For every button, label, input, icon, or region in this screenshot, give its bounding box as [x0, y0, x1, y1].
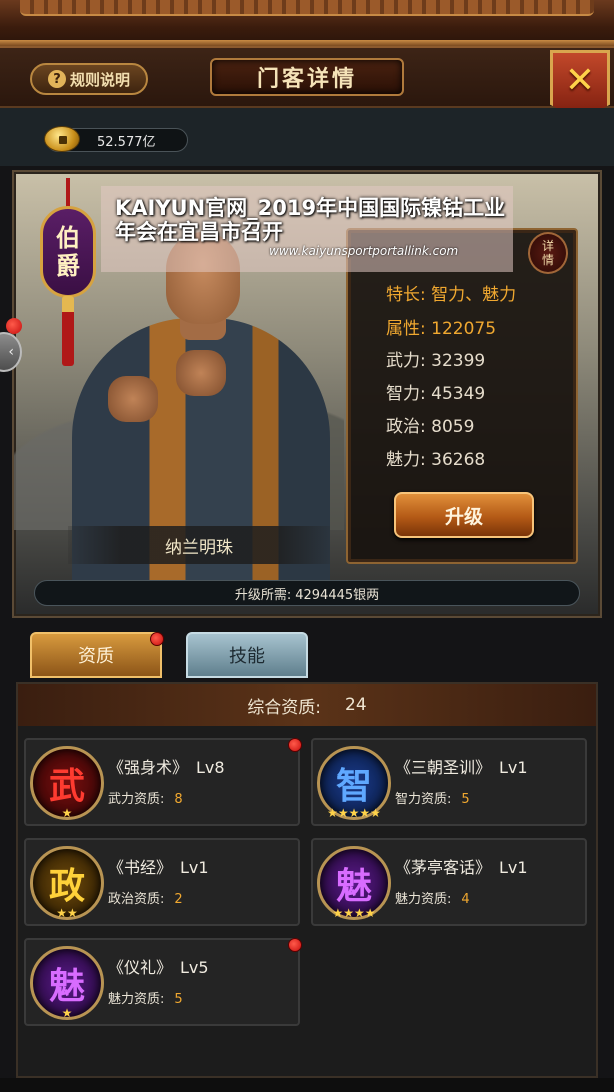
character-right-fist — [176, 350, 226, 396]
stat-intellect-label: 智力: — [386, 384, 426, 404]
skill-book-name: 《仪礼》 — [108, 958, 173, 977]
header-bar: ? 规则说明 门客详情 — [0, 48, 614, 108]
rank-string — [66, 178, 70, 208]
rules-button[interactable]: ? 规则说明 — [30, 63, 148, 95]
bottom-edge — [0, 1078, 614, 1092]
upgrade-cost-label: 升级所需: — [234, 587, 292, 603]
tab-qualities[interactable]: 资质 — [30, 632, 162, 678]
stat-charm-label: 魅力: — [386, 450, 426, 470]
stat-politics-value: 8059 — [431, 417, 475, 437]
tab-qualities-notification-dot — [150, 632, 164, 646]
detail-button[interactable]: 详 情 — [528, 232, 568, 274]
stat-intellect-value: 45349 — [431, 384, 486, 404]
quality-card-title: 《书经》 Lv1 — [108, 854, 209, 878]
quality-card-title: 《仪礼》 Lv5 — [108, 954, 209, 978]
star-rating: ★★ — [56, 906, 78, 920]
star-rating: ★ — [61, 806, 73, 820]
skill-level: Lv1 — [499, 758, 528, 777]
attr-label: 魅力资质: — [395, 892, 452, 907]
stat-specialty-value: 智力、魅力 — [431, 285, 517, 305]
skill-level: Lv8 — [196, 758, 225, 777]
star-rating: ★ — [61, 1006, 73, 1020]
stat-force: 武力: 32399 — [386, 346, 485, 371]
upgrade-button[interactable]: 升级 — [394, 492, 534, 538]
quality-card-attr: 政治资质: 2 — [108, 888, 183, 907]
stat-force-label: 武力: — [386, 351, 426, 371]
quality-card[interactable]: 魅 ★★★★ 《茅亭客话》 Lv1 魅力资质: 4 — [311, 838, 587, 926]
attr-label: 智力资质: — [395, 792, 452, 807]
detail-char-2: 情 — [541, 253, 554, 267]
coin-icon — [44, 126, 80, 152]
quality-card[interactable]: 魅 ★ 《仪礼》 Lv5 魅力资质: 5 — [24, 938, 300, 1026]
watermark-title: KAIYUN官网_2019年中国国际镍钴工业年会在宜昌市召开 — [115, 196, 506, 244]
card-notification-dot — [288, 738, 302, 752]
stat-charm: 魅力: 36268 — [386, 445, 485, 470]
qualities-total-value: 24 — [345, 695, 367, 715]
page-title: 门客详情 — [210, 58, 404, 96]
qualities-total: 综合资质: 24 — [18, 684, 596, 726]
watermark-url: www.kaiyunsportportallink.com — [269, 244, 459, 258]
skill-book-name: 《强身术》 — [108, 758, 189, 777]
attr-value: 5 — [461, 792, 470, 807]
stat-attribute-label: 属性: — [386, 319, 426, 339]
currency-bar: 52.577亿 — [0, 108, 614, 166]
quality-card-attr: 智力资质: 5 — [395, 788, 470, 807]
character-name: 纳兰明珠 — [68, 526, 330, 564]
attr-label: 魅力资质: — [108, 992, 165, 1007]
rank-badge: 伯 爵 — [40, 206, 96, 298]
roof-tiles — [20, 0, 594, 16]
roof-decoration — [0, 0, 614, 48]
skill-level: Lv5 — [180, 958, 209, 977]
attr-value: 8 — [174, 792, 183, 807]
notification-dot — [6, 318, 22, 334]
stat-specialty-label: 特长: — [386, 285, 426, 305]
attr-value: 4 — [461, 892, 470, 907]
skill-book-name: 《书经》 — [108, 858, 173, 877]
stat-charm-value: 36268 — [431, 450, 486, 470]
star-rating: ★★★★ — [332, 906, 376, 920]
card-notification-dot — [288, 938, 302, 952]
quality-card-attr: 武力资质: 8 — [108, 788, 183, 807]
skill-level: Lv1 — [499, 858, 528, 877]
stat-attribute: 属性: 122075 — [386, 314, 496, 339]
quality-card-title: 《三朝圣训》 Lv1 — [395, 754, 528, 778]
question-icon: ? — [47, 70, 66, 88]
skill-book-name: 《三朝圣训》 — [395, 758, 492, 777]
detail-char-1: 详 — [541, 239, 554, 253]
quality-card-title: 《强身术》 Lv8 — [108, 754, 225, 778]
rank-char-1: 伯 — [56, 223, 80, 252]
stat-attribute-value: 122075 — [431, 319, 497, 339]
roof-beam — [0, 40, 614, 46]
qualities-total-label: 综合资质: — [247, 697, 322, 718]
upgrade-cost-value: 4294445银两 — [295, 587, 380, 603]
stat-politics: 政治: 8059 — [386, 412, 474, 437]
close-x-icon: ✕ — [564, 60, 596, 101]
upgrade-cost-bar: 升级所需: 4294445银两 — [34, 580, 580, 606]
rank-char-2: 爵 — [56, 251, 80, 280]
quality-card-title: 《茅亭客话》 Lv1 — [395, 854, 528, 878]
tab-skills[interactable]: 技能 — [186, 632, 308, 678]
attr-label: 武力资质: — [108, 792, 165, 807]
stat-politics-label: 政治: — [386, 417, 426, 437]
watermark-banner: KAIYUN官网_2019年中国国际镍钴工业年会在宜昌市召开 www.kaiyu… — [101, 186, 513, 272]
quality-card[interactable]: 政 ★★ 《书经》 Lv1 政治资质: 2 — [24, 838, 300, 926]
attr-value: 5 — [174, 992, 183, 1007]
quality-card[interactable]: 智 ★★★★★ 《三朝圣训》 Lv1 智力资质: 5 — [311, 738, 587, 826]
quality-card-attr: 魅力资质: 4 — [395, 888, 470, 907]
skill-level: Lv1 — [180, 858, 209, 877]
stat-force-value: 32399 — [431, 351, 486, 371]
character-left-fist — [108, 376, 158, 422]
skill-book-name: 《茅亭客话》 — [395, 858, 492, 877]
stat-intellect: 智力: 45349 — [386, 379, 485, 404]
chevron-left-icon: ‹ — [8, 344, 14, 360]
attr-label: 政治资质: — [108, 892, 165, 907]
attr-value: 2 — [174, 892, 183, 907]
rank-tassel — [62, 296, 74, 366]
quality-card[interactable]: 武 ★ 《强身术》 Lv8 武力资质: 8 — [24, 738, 300, 826]
stat-specialty: 特长: 智力、魅力 — [386, 280, 516, 305]
rules-label: 规则说明 — [69, 70, 130, 89]
quality-card-attr: 魅力资质: 5 — [108, 988, 183, 1007]
star-rating: ★★★★★ — [327, 806, 381, 820]
